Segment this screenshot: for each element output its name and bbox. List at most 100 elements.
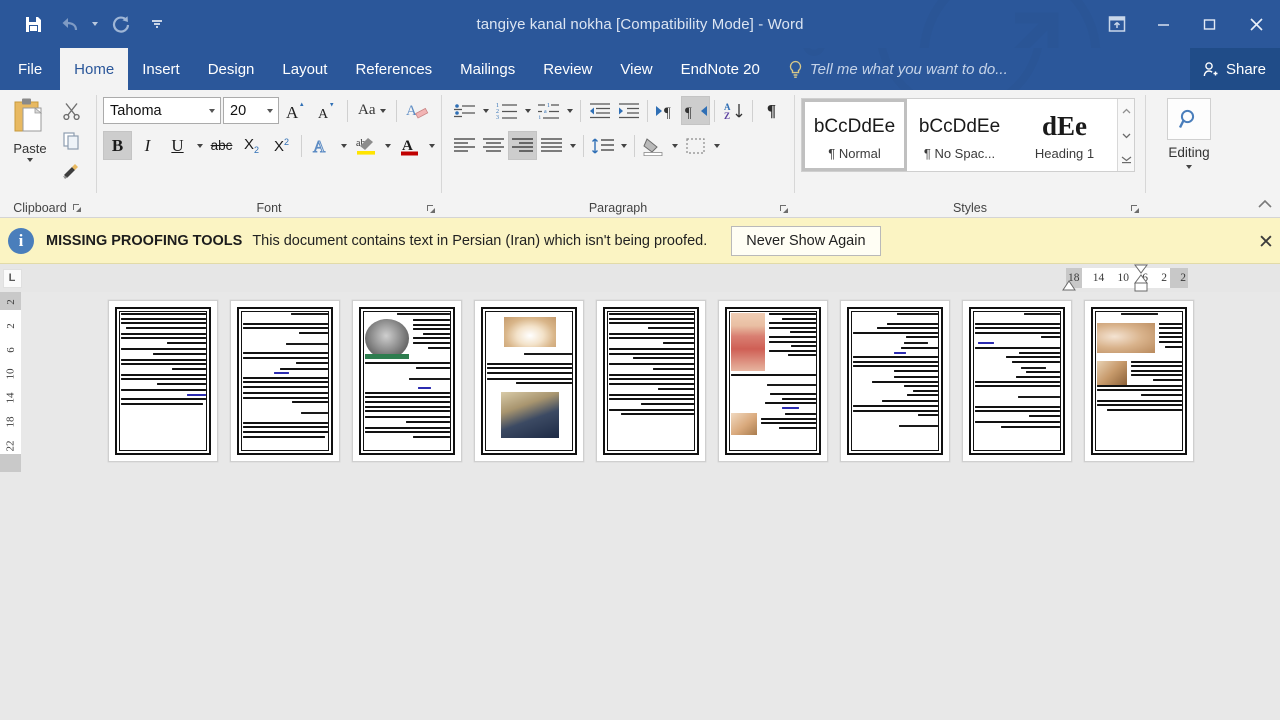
grow-font-button[interactable]: A [281, 96, 310, 125]
share-button[interactable]: Share [1189, 48, 1280, 90]
document-page-2[interactable] [230, 300, 340, 462]
subscript-button[interactable]: X2 [237, 131, 266, 160]
line-spacing-dropdown[interactable] [617, 131, 630, 160]
tab-design[interactable]: Design [194, 48, 269, 90]
cut-button[interactable] [56, 96, 86, 125]
borders-button[interactable] [681, 131, 710, 160]
document-page-5[interactable] [596, 300, 706, 462]
tab-mailings[interactable]: Mailings [446, 48, 529, 90]
right-indent-marker[interactable] [1060, 278, 1078, 292]
tab-file[interactable]: File [0, 48, 60, 90]
align-center-button[interactable] [479, 131, 508, 160]
styles-scroll-up[interactable] [1118, 99, 1134, 123]
strikethrough-button[interactable]: abc [207, 131, 236, 160]
clipboard-dialog-launcher[interactable] [71, 202, 83, 214]
styles-dialog-launcher[interactable] [1129, 203, 1141, 215]
shrink-font-button[interactable]: A [312, 96, 341, 125]
document-page-7[interactable] [840, 300, 950, 462]
text-effects-button[interactable]: A [307, 131, 336, 160]
copy-button[interactable] [56, 126, 86, 155]
paragraph-dialog-launcher[interactable] [778, 203, 790, 215]
font-name-dropdown[interactable] [203, 98, 220, 123]
align-right-button[interactable] [508, 131, 537, 160]
editing-dropdown-caret[interactable] [1186, 165, 1192, 169]
numbering-dropdown[interactable] [521, 96, 534, 125]
style-item-heading-1[interactable]: dEe Heading 1 [1012, 99, 1117, 171]
maximize-restore-button[interactable] [1186, 0, 1232, 48]
justify-dropdown[interactable] [566, 131, 579, 160]
format-painter-button[interactable] [56, 156, 86, 185]
bullets-dropdown[interactable] [479, 96, 492, 125]
text-effects-dropdown[interactable] [337, 131, 350, 160]
tab-view[interactable]: View [606, 48, 666, 90]
vertical-ruler[interactable]: 2 2 6 10 14 18 22 [0, 292, 21, 472]
styles-scrollbar[interactable] [1117, 99, 1134, 171]
first-line-indent-marker[interactable] [1132, 264, 1150, 292]
shading-dropdown[interactable] [668, 131, 681, 160]
collapse-ribbon-button[interactable] [1256, 195, 1274, 213]
align-left-button[interactable] [450, 131, 479, 160]
font-size-combobox[interactable]: 20 [223, 97, 279, 124]
clear-formatting-button[interactable]: A [403, 96, 432, 125]
font-size-dropdown[interactable] [261, 98, 278, 123]
sort-button[interactable]: A Z [719, 96, 748, 125]
styles-scroll-down[interactable] [1118, 123, 1134, 147]
save-button[interactable] [16, 9, 50, 39]
italic-button[interactable]: I [133, 131, 162, 160]
tab-references[interactable]: References [341, 48, 446, 90]
document-page-4[interactable] [474, 300, 584, 462]
rtl-text-direction-button[interactable]: ¶ [681, 96, 710, 125]
superscript-button[interactable]: X2 [267, 131, 296, 160]
bold-button[interactable]: B [103, 131, 132, 160]
underline-button[interactable]: U [163, 131, 192, 160]
document-page-6[interactable] [718, 300, 828, 462]
bullets-button[interactable] [450, 96, 479, 125]
styles-gallery[interactable]: bCcDdEe ¶ Normal bCcDdEe ¶ No Spac... dE… [801, 98, 1135, 172]
highlight-dropdown[interactable] [381, 131, 394, 160]
justify-button[interactable] [537, 131, 566, 160]
line-spacing-button[interactable] [588, 131, 617, 160]
minimize-button[interactable] [1140, 0, 1186, 48]
horizontal-ruler[interactable]: 18 14 10 6 2 2 [1066, 268, 1188, 288]
shading-button[interactable] [639, 131, 668, 160]
ltr-text-direction-button[interactable]: ¶ [652, 96, 681, 125]
borders-dropdown[interactable] [710, 131, 723, 160]
numbering-button[interactable]: 1 2 3 [492, 96, 521, 125]
tab-insert[interactable]: Insert [128, 48, 194, 90]
increase-indent-button[interactable] [614, 96, 643, 125]
tab-review[interactable]: Review [529, 48, 606, 90]
decrease-indent-button[interactable] [585, 96, 614, 125]
undo-dropdown[interactable] [88, 9, 102, 39]
font-name-combobox[interactable]: Tahoma [103, 97, 221, 124]
undo-button[interactable] [52, 9, 86, 39]
multilevel-list-button[interactable]: 1 a i [534, 96, 563, 125]
close-button[interactable] [1232, 0, 1280, 48]
document-page-3[interactable] [352, 300, 462, 462]
style-item-normal[interactable]: bCcDdEe ¶ Normal [802, 99, 907, 171]
underline-dropdown[interactable] [193, 131, 206, 160]
redo-button[interactable] [104, 9, 138, 39]
paste-button[interactable]: Paste [4, 94, 56, 185]
font-color-dropdown[interactable] [425, 131, 438, 160]
tell-me-search[interactable]: Tell me what you want to do... [788, 48, 1008, 90]
document-page-8[interactable] [962, 300, 1072, 462]
editing-button[interactable]: Editing [1164, 98, 1214, 169]
change-case-button[interactable]: Aa [354, 96, 390, 125]
tab-layout[interactable]: Layout [268, 48, 341, 90]
paste-dropdown-caret[interactable] [27, 158, 33, 162]
text-highlight-button[interactable]: ab [351, 131, 380, 160]
customize-quick-access-toolbar-button[interactable] [140, 9, 174, 39]
style-item-no-spacing[interactable]: bCcDdEe ¶ No Spac... [907, 99, 1012, 171]
font-dialog-launcher[interactable] [425, 203, 437, 215]
document-page-1[interactable] [108, 300, 218, 462]
tab-home[interactable]: Home [60, 48, 129, 90]
ribbon-display-options-button[interactable] [1094, 0, 1140, 48]
show-formatting-marks-button[interactable]: ¶ [757, 96, 786, 125]
notification-close-button[interactable]: ✕ [1254, 230, 1278, 254]
document-page-9[interactable] [1084, 300, 1194, 462]
styles-more-button[interactable] [1118, 147, 1134, 171]
font-color-button[interactable]: A [395, 131, 424, 160]
multilevel-dropdown[interactable] [563, 96, 576, 125]
never-show-again-button[interactable]: Never Show Again [731, 225, 881, 256]
tab-stop-selector[interactable]: L [0, 264, 24, 292]
